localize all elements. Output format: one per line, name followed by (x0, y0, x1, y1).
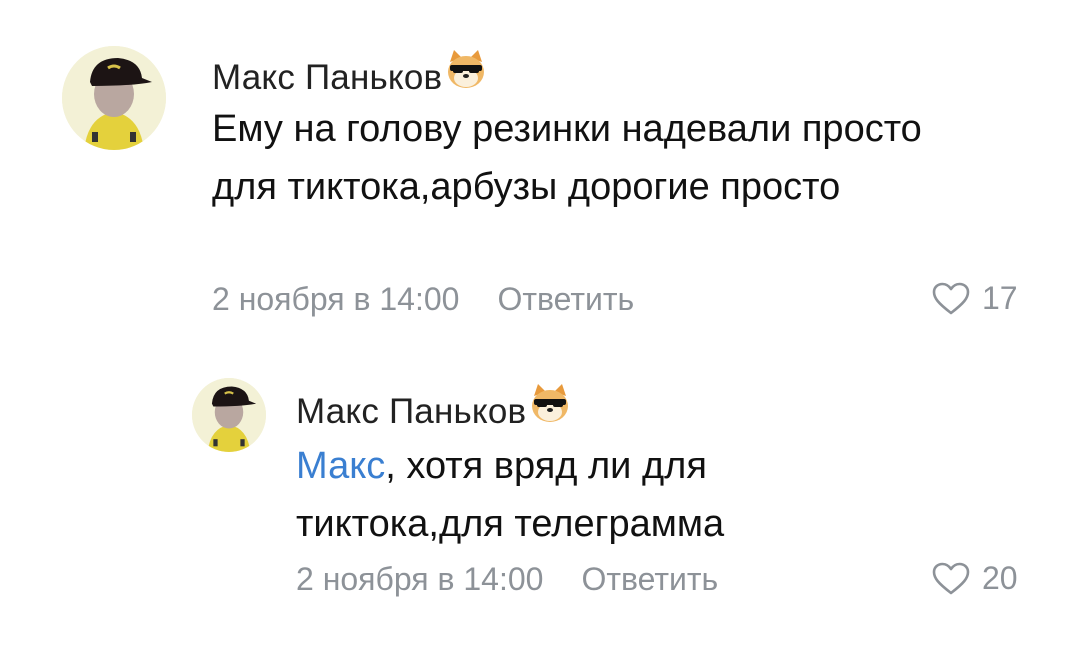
avatar-image (62, 46, 166, 150)
like-count: 20 (982, 560, 1018, 596)
author-name[interactable]: Макс Паньков (212, 60, 442, 95)
heart-icon (932, 562, 970, 594)
heart-icon (932, 282, 970, 314)
comment-date: 2 ноября в 14:00 (212, 281, 460, 317)
like-count: 17 (982, 280, 1018, 316)
avatar[interactable] (192, 378, 266, 452)
comment-date: 2 ноября в 14:00 (296, 561, 544, 597)
doge-sunglasses-icon (528, 382, 572, 429)
like-button[interactable]: 20 (932, 560, 1018, 597)
author-name[interactable]: Макс Паньков (296, 394, 526, 429)
comment-text: Макс, хотя вряд ли для тиктока,для телег… (296, 437, 856, 553)
doge-sunglasses-icon (444, 48, 488, 95)
comment-text: Ему на голову резинки надевали просто дл… (212, 108, 922, 208)
reply-button[interactable]: Ответить (497, 283, 634, 315)
like-button[interactable]: 17 (932, 280, 1018, 317)
reply-button[interactable]: Ответить (581, 563, 718, 595)
avatar-image (192, 378, 266, 452)
avatar[interactable] (62, 46, 166, 150)
mention-link[interactable]: Макс (296, 445, 385, 487)
